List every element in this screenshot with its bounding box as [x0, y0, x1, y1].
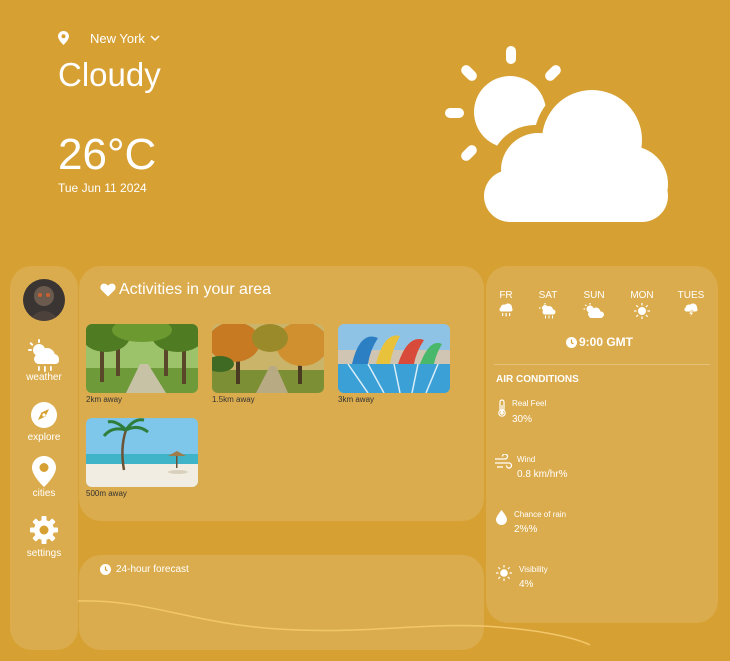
day-label: FR: [499, 290, 513, 301]
activity-distance: 500m away: [86, 489, 127, 498]
activities-header: Activities in your area: [100, 281, 271, 299]
map-pin-icon: [32, 456, 56, 487]
location-name: New York: [90, 30, 145, 46]
temperature: 26°C: [58, 130, 157, 179]
activity-card-water-park[interactable]: [338, 324, 450, 393]
location-selector[interactable]: New York: [58, 28, 160, 48]
day-label: SUN: [583, 290, 605, 301]
sun-cloud-icon: [445, 46, 668, 222]
air-label-real-feel: Real Feel: [512, 399, 547, 408]
activity-card-park-alley[interactable]: [86, 324, 198, 393]
thunder-cloud-icon: [684, 303, 698, 317]
clock-icon: [100, 564, 111, 575]
forecast-24h-title: 24-hour forecast: [116, 564, 189, 575]
sun-cloud-icon: [583, 303, 604, 318]
current-date: Tue Jun 11 2024: [58, 181, 147, 195]
air-label-rain: Chance of rain: [514, 510, 567, 519]
sidebar-item-explore[interactable]: explore: [22, 401, 66, 443]
day-forecast: FR: [486, 290, 526, 317]
gear-icon: [30, 516, 58, 544]
day-label: TUES: [677, 290, 705, 301]
activity-card-beach[interactable]: [86, 418, 198, 487]
forecast-24h-header: 24-hour forecast: [100, 564, 189, 575]
day-label: MON: [630, 290, 654, 301]
divider: [494, 364, 710, 365]
cloud-rain-sun-icon: [28, 339, 59, 372]
air-label-visibility: Visibility: [519, 565, 548, 574]
sidebar-item-weather[interactable]: weather: [22, 338, 66, 383]
thermometer-icon: [498, 399, 506, 417]
air-value-rain: 2%%: [514, 524, 538, 535]
activity-distance: 3km away: [338, 395, 375, 404]
sidebar-item-settings[interactable]: settings: [22, 515, 66, 559]
heart-icon: [100, 283, 116, 297]
activity-distance: 2km away: [86, 395, 123, 404]
rain-cloud-icon: [499, 303, 513, 317]
day-forecast: SAT: [528, 290, 568, 319]
air-conditions-title: AIR CONDITIONS: [496, 374, 579, 385]
compass-icon: [31, 402, 57, 428]
raindrop-icon: [496, 510, 507, 525]
activity-distance: 1.5km away: [212, 395, 255, 404]
clock-icon: [566, 336, 577, 348]
day-label: SAT: [538, 290, 558, 301]
air-value-real-feel: 30%: [512, 414, 533, 425]
sidebar-item-cities[interactable]: cities: [22, 456, 66, 499]
sidebar-item-label: cities: [32, 488, 56, 499]
time-display: 9:00 GMT: [566, 335, 633, 349]
time-text: 9:00 GMT: [579, 335, 634, 349]
sidebar-item-label: explore: [27, 432, 61, 443]
day-forecast: MON: [622, 290, 662, 319]
sun-icon: [496, 565, 512, 581]
sidebar-item-label: settings: [26, 548, 62, 559]
activity-card-autumn-park[interactable]: [212, 324, 324, 393]
wind-icon: [495, 454, 513, 469]
weather-condition: Cloudy: [58, 56, 161, 93]
sidebar-item-label: weather: [26, 372, 62, 383]
air-value-visibility: 4%: [519, 579, 534, 590]
day-forecast: SUN: [574, 290, 614, 319]
chevron-down-icon: [150, 35, 160, 41]
day-forecast: TUES: [671, 290, 711, 317]
avatar[interactable]: [23, 279, 65, 321]
air-value-wind: 0.8 km/hr%: [517, 469, 568, 480]
map-pin-icon: [58, 31, 69, 45]
sun-rain-icon: [539, 303, 556, 319]
activities-title: Activities in your area: [119, 281, 272, 298]
air-label-wind: Wind: [517, 455, 536, 464]
sun-icon: [634, 303, 650, 319]
